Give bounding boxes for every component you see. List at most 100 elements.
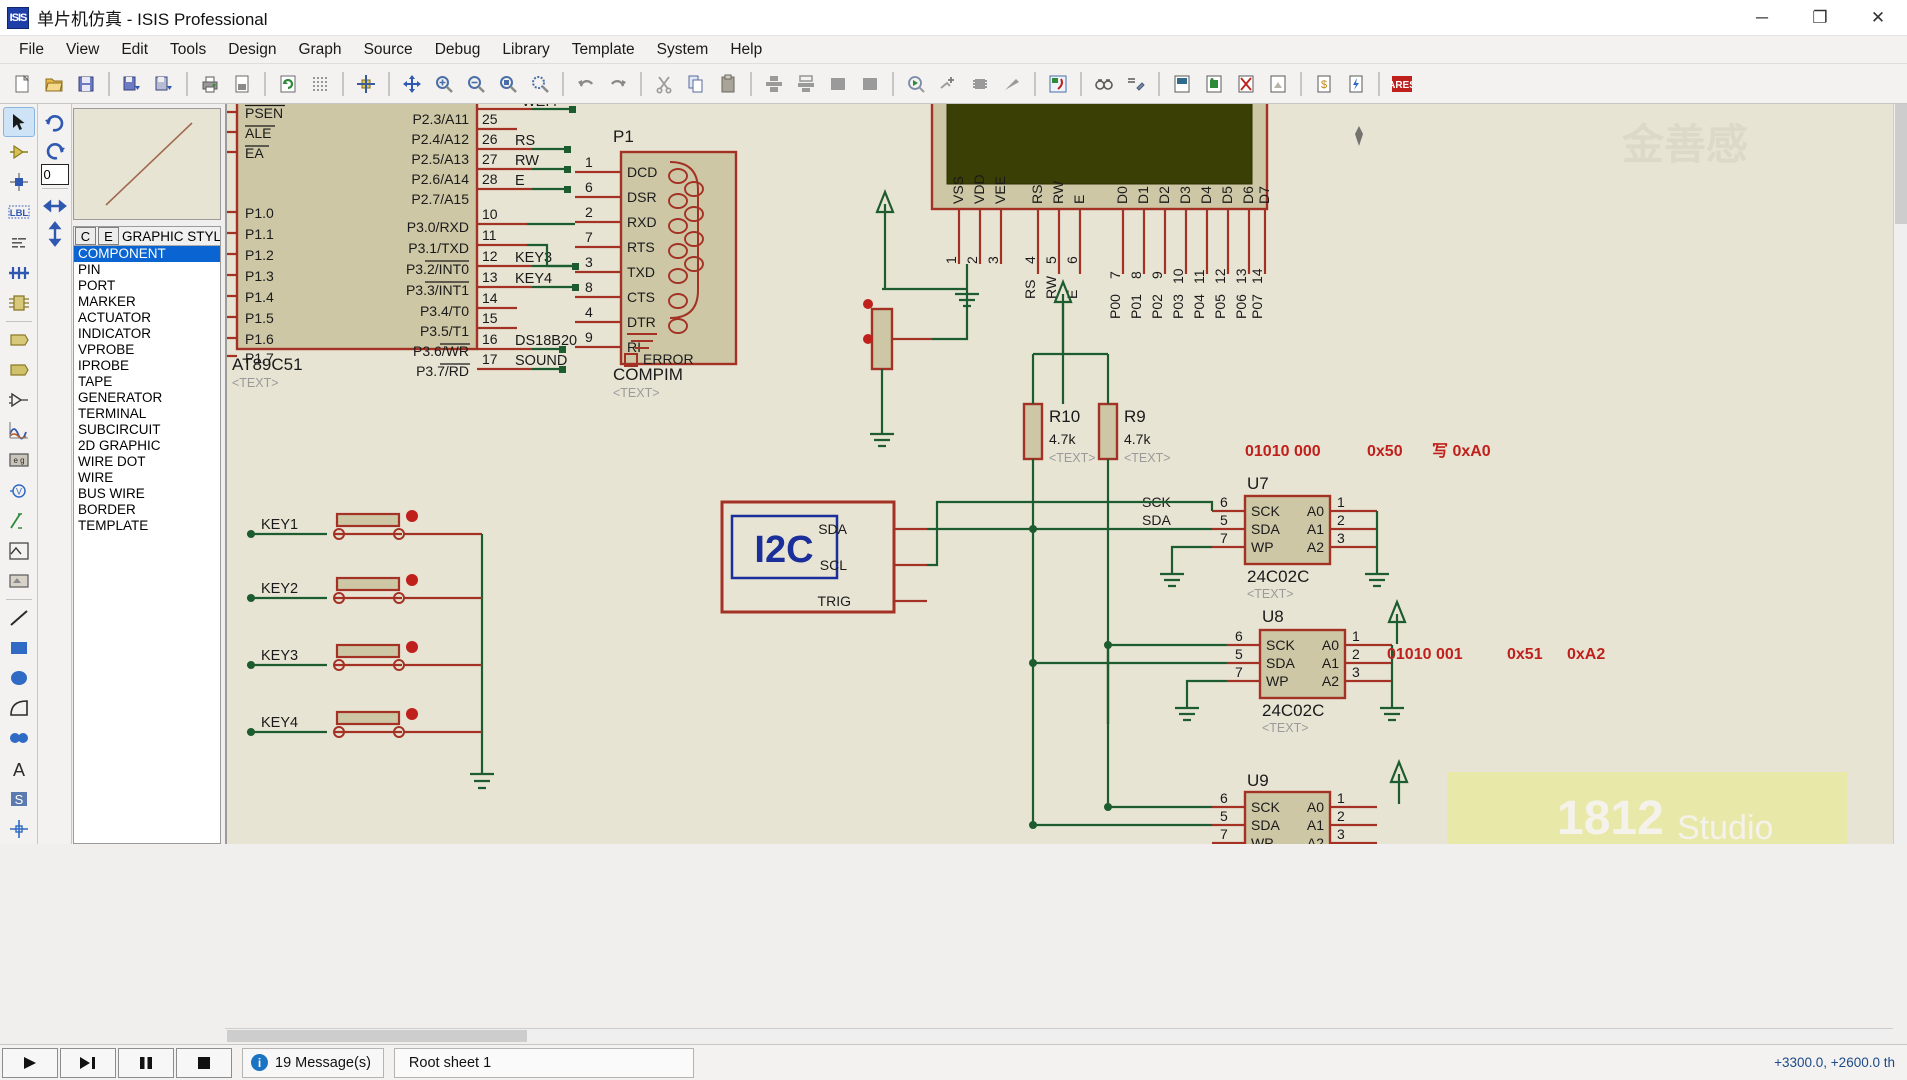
list-item[interactable]: BORDER xyxy=(74,502,220,518)
mirror-vertical-icon[interactable] xyxy=(41,220,69,248)
symbol-lib-icon[interactable]: S xyxy=(4,785,34,813)
menu-design[interactable]: Design xyxy=(217,38,287,62)
import-design-icon[interactable] xyxy=(117,69,147,99)
rotation-angle-input[interactable]: 0 xyxy=(40,164,69,185)
circle-tool-icon[interactable] xyxy=(4,664,34,692)
horizontal-scrollbar[interactable] xyxy=(225,1028,1893,1042)
pan-icon[interactable] xyxy=(397,69,427,99)
netlist-transfer-icon[interactable] xyxy=(1043,69,1073,99)
menu-file[interactable]: File xyxy=(8,38,55,62)
menu-view[interactable]: View xyxy=(55,38,110,62)
zoom-sheet-icon[interactable] xyxy=(525,69,555,99)
line-tool-icon[interactable] xyxy=(4,604,34,632)
rotate-counterclockwise-icon[interactable] xyxy=(41,136,69,164)
play-button-icon[interactable] xyxy=(2,1047,58,1078)
object-selector-list[interactable]: COMPONENT PIN PORT MARKER ACTUATOR INDIC… xyxy=(74,246,220,534)
ares-icon[interactable]: ARES xyxy=(1387,69,1417,99)
list-item[interactable]: IPROBE xyxy=(74,358,220,374)
step-button-icon[interactable] xyxy=(60,1047,116,1078)
object-selector[interactable]: C E GRAPHIC STYLES COMPONENT PIN PORT MA… xyxy=(73,226,221,844)
block-delete-icon[interactable] xyxy=(855,69,885,99)
selection-mode-icon[interactable] xyxy=(2,106,35,138)
list-item[interactable]: BUS WIRE xyxy=(74,486,220,502)
junction-dot-mode-icon[interactable] xyxy=(4,168,34,196)
list-item[interactable]: TEMPLATE xyxy=(74,518,220,534)
paste-icon[interactable] xyxy=(713,69,743,99)
bill-of-materials-icon[interactable]: $ xyxy=(1309,69,1339,99)
netlist-compiler-icon[interactable] xyxy=(1121,69,1151,99)
menu-debug[interactable]: Debug xyxy=(424,38,492,62)
wire-label-mode-icon[interactable]: LBL xyxy=(4,198,34,226)
vertical-scrollbar[interactable] xyxy=(1893,104,1907,844)
menu-edit[interactable]: Edit xyxy=(110,38,159,62)
list-item[interactable]: ACTUATOR xyxy=(74,310,220,326)
redo-icon[interactable] xyxy=(603,69,633,99)
export-design-icon[interactable] xyxy=(149,69,179,99)
list-item[interactable]: 2D GRAPHIC xyxy=(74,438,220,454)
menu-source[interactable]: Source xyxy=(353,38,424,62)
toggle-grid-icon[interactable] xyxy=(305,69,335,99)
pick-device-icon[interactable] xyxy=(901,69,931,99)
path-tool-icon[interactable] xyxy=(4,724,34,752)
objsel-create-button[interactable]: C xyxy=(75,227,96,245)
vertical-scrollbar-thumb[interactable] xyxy=(1895,104,1907,224)
arc-tool-icon[interactable] xyxy=(4,694,34,722)
minimize-button[interactable]: ─ xyxy=(1733,0,1791,36)
open-file-icon[interactable] xyxy=(39,69,69,99)
horizontal-scrollbar-thumb[interactable] xyxy=(227,1030,527,1042)
refresh-display-icon[interactable] xyxy=(273,69,303,99)
subcircuit-mode-icon[interactable] xyxy=(4,289,34,317)
text-tool-icon[interactable]: A xyxy=(4,755,34,783)
list-item[interactable]: PORT xyxy=(74,278,220,294)
marker-tool-icon[interactable] xyxy=(4,815,34,843)
zoom-out-icon[interactable] xyxy=(461,69,491,99)
list-item[interactable]: MARKER xyxy=(74,294,220,310)
mirror-horizontal-icon[interactable] xyxy=(41,192,69,220)
text-script-mode-icon[interactable] xyxy=(4,229,34,257)
rotate-clockwise-icon[interactable] xyxy=(41,108,69,136)
menu-tools[interactable]: Tools xyxy=(159,38,217,62)
cut-icon[interactable] xyxy=(649,69,679,99)
list-item[interactable]: WIRE DOT xyxy=(74,454,220,470)
objsel-edit-button[interactable]: E xyxy=(98,227,119,245)
list-item[interactable]: COMPONENT xyxy=(74,246,220,262)
voltage-probe-icon[interactable]: V xyxy=(4,476,34,504)
graph-mode-icon[interactable] xyxy=(4,386,34,414)
list-item[interactable]: INDICATOR xyxy=(74,326,220,342)
undo-icon[interactable] xyxy=(571,69,601,99)
list-item[interactable]: TAPE xyxy=(74,374,220,390)
maximize-button[interactable]: ❐ xyxy=(1791,0,1849,36)
exit-sheet-icon[interactable] xyxy=(1231,69,1261,99)
list-item[interactable]: GENERATOR xyxy=(74,390,220,406)
print-icon[interactable] xyxy=(195,69,225,99)
print-area-icon[interactable] xyxy=(227,69,257,99)
device-pin-mode-icon[interactable] xyxy=(4,356,34,384)
menu-help[interactable]: Help xyxy=(719,38,773,62)
new-file-icon[interactable] xyxy=(7,69,37,99)
bus-mode-icon[interactable] xyxy=(4,259,34,287)
generator-mode-icon[interactable]: e g xyxy=(4,446,34,474)
message-count-box[interactable]: i 19 Message(s) xyxy=(242,1047,384,1078)
new-sheet-icon[interactable] xyxy=(1167,69,1197,99)
block-rotate-icon[interactable] xyxy=(823,69,853,99)
stop-button-icon[interactable] xyxy=(176,1047,232,1078)
terminals-mode-icon[interactable] xyxy=(4,326,34,354)
decompose-icon[interactable] xyxy=(997,69,1027,99)
virtual-instrument-icon[interactable] xyxy=(4,537,34,565)
block-move-icon[interactable] xyxy=(791,69,821,99)
pause-button-icon[interactable] xyxy=(118,1047,174,1078)
current-probe-icon[interactable] xyxy=(4,507,34,535)
origin-icon[interactable] xyxy=(351,69,381,99)
electrical-check-icon[interactable] xyxy=(1341,69,1371,99)
menu-template[interactable]: Template xyxy=(561,38,646,62)
component-mode-icon[interactable] xyxy=(4,138,34,166)
make-device-icon[interactable] xyxy=(933,69,963,99)
list-item[interactable]: PIN xyxy=(74,262,220,278)
symbol-tool-icon[interactable] xyxy=(4,567,34,595)
packaging-tool-icon[interactable] xyxy=(965,69,995,99)
menu-graph[interactable]: Graph xyxy=(287,38,352,62)
list-item[interactable]: TERMINAL xyxy=(74,406,220,422)
box-tool-icon[interactable] xyxy=(4,634,34,662)
copy-icon[interactable] xyxy=(681,69,711,99)
zoom-area-icon[interactable] xyxy=(493,69,523,99)
